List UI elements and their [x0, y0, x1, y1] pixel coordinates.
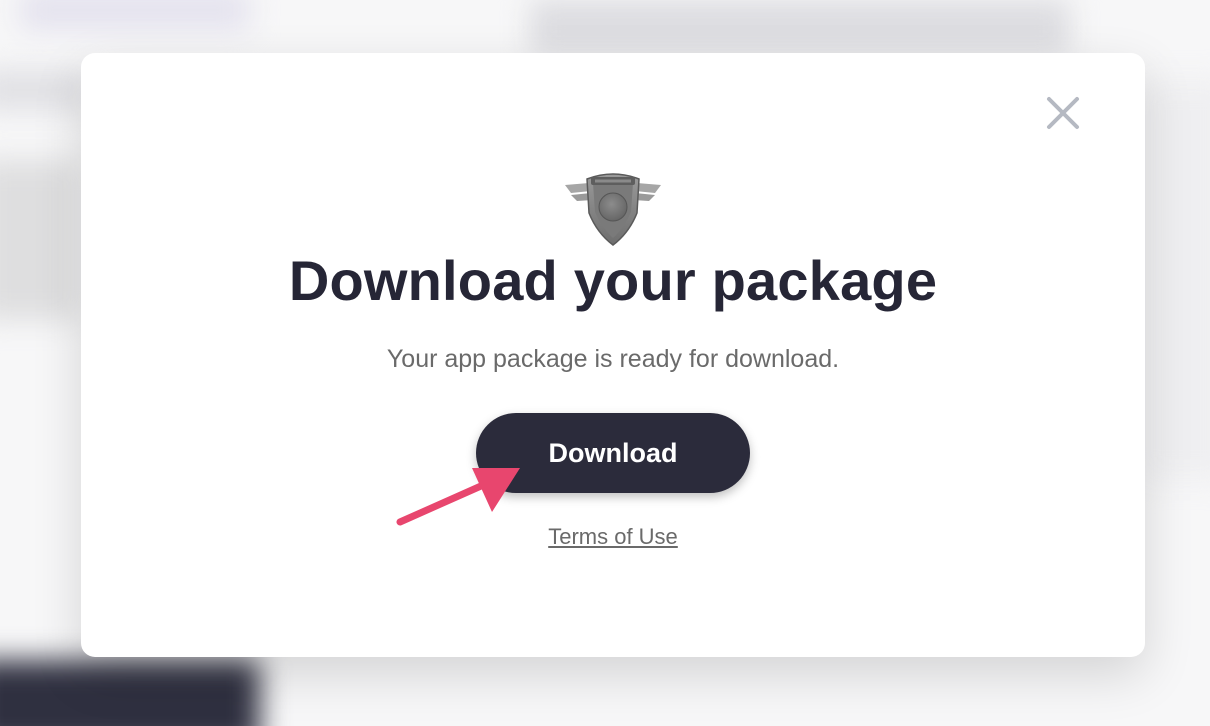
background-blur-block — [0, 160, 80, 320]
close-button[interactable] — [1043, 93, 1083, 133]
download-button[interactable]: Download — [476, 413, 750, 493]
terms-of-use-link[interactable]: Terms of Use — [548, 524, 678, 549]
modal-subtitle: Your app package is ready for download. — [386, 345, 840, 373]
background-blur-block — [1140, 80, 1210, 480]
terms-of-use-container: Terms of Use — [81, 523, 1145, 551]
background-blur-block — [530, 0, 1070, 55]
background-blur-block — [0, 70, 90, 110]
modal-title: Download your package — [288, 249, 938, 312]
download-modal: Download your package Your app package i… — [81, 53, 1145, 657]
background-blur-block — [0, 660, 260, 726]
close-icon[interactable] — [1043, 93, 1083, 133]
winged-shield-logo — [563, 169, 663, 247]
background-blur-block — [20, 0, 250, 30]
